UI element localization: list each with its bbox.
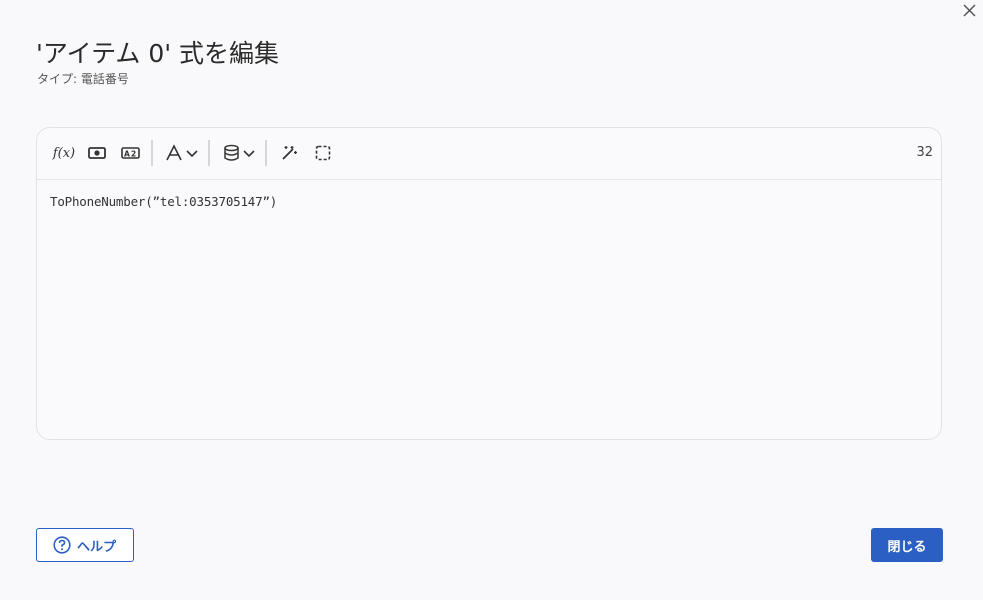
select-area-button[interactable] [311,140,335,166]
dialog-subtitle: タイプ: 電話番号 [37,72,129,86]
expression-code[interactable]: ToPhoneNumber(”tel:0353705147”) [50,194,277,209]
data-source-dropdown-button[interactable] [221,140,257,166]
expression-editor-dialog: 'アイテム 0' 式を編集 タイプ: 電話番号 f(x) A 2 32 ToPh… [0,0,983,600]
toolbar-divider [265,140,267,166]
close-button[interactable]: 閉じる [871,528,943,562]
function-icon: f(x) [52,145,76,161]
chevron-down-icon [242,150,255,158]
svg-text:2: 2 [131,150,136,159]
insert-function-button[interactable]: f(x) [51,140,77,166]
font-dropdown-button[interactable] [164,140,200,166]
character-count: 32 [916,145,933,160]
insert-currency-button[interactable] [85,140,109,166]
close-dialog-button[interactable] [959,0,979,20]
editor-toolbar: f(x) A 2 32 [37,128,941,180]
currency-icon [88,147,106,159]
expression-editor: f(x) A 2 32 ToPhoneNumber(”tel:035370514… [36,127,942,440]
help-button-label: ヘルプ [77,539,117,555]
text-field-icon: A 2 [120,147,140,159]
chevron-down-icon [186,150,198,158]
dialog-title: 'アイテム 0' 式を編集 [36,39,280,68]
magic-wand-button[interactable] [277,140,301,166]
select-area-icon [315,145,331,161]
help-icon [53,536,71,554]
toolbar-divider [151,140,153,166]
svg-text:A: A [124,150,130,159]
toolbar-divider [208,140,210,166]
font-icon [166,144,182,161]
insert-field-button[interactable]: A 2 [119,140,141,166]
close-icon [962,3,976,17]
help-button[interactable]: ヘルプ [36,528,134,562]
magic-wand-icon [282,146,297,160]
database-icon [223,144,239,161]
